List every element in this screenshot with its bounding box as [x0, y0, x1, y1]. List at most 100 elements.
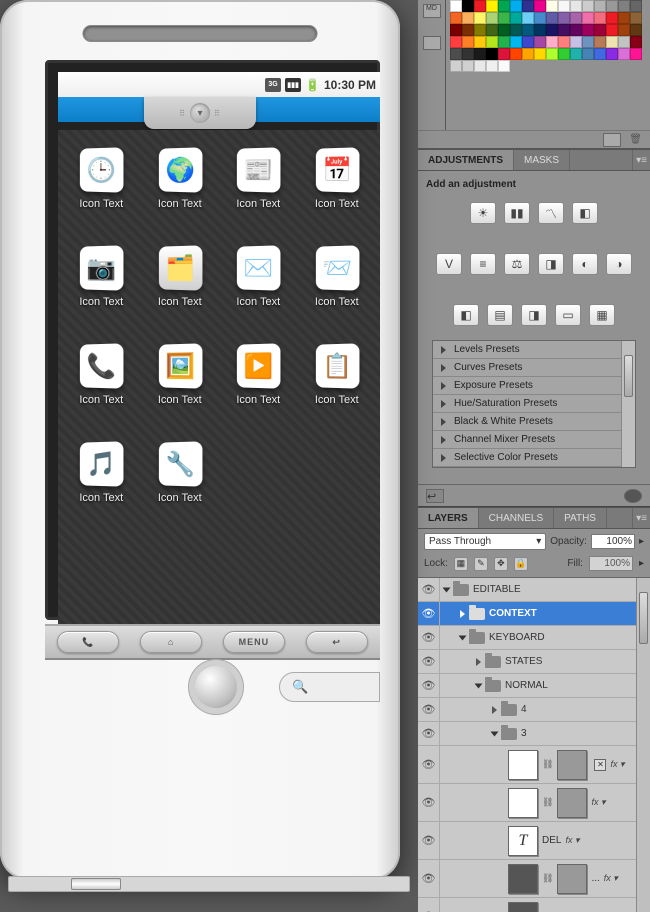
lock-transparent-icon[interactable]: ▦ — [454, 557, 468, 571]
visibility-toggle[interactable]: 👁 — [418, 898, 440, 912]
swatch[interactable] — [498, 12, 510, 24]
lock-all-icon[interactable]: 🔒 — [514, 557, 528, 571]
swatches-grid[interactable] — [446, 0, 650, 130]
swatch[interactable] — [606, 48, 618, 60]
swatch[interactable] — [606, 60, 618, 72]
document-canvas[interactable]: 3G ▮▮▮ 🔋 10:30 PM ⠿ ▾ ⠿ 🕒Icon Text🌍Icon … — [0, 0, 418, 912]
swatch[interactable] — [486, 12, 498, 24]
fill-slider-icon[interactable]: ▸ — [639, 558, 644, 569]
presets-scrollbar[interactable] — [621, 341, 635, 467]
lock-pixels-icon[interactable]: ✎ — [474, 557, 488, 571]
fill-input[interactable]: 100% — [589, 556, 633, 571]
swatch[interactable] — [450, 24, 462, 36]
swatch[interactable] — [594, 24, 606, 36]
swatch[interactable] — [546, 0, 558, 12]
layers-tree[interactable]: 👁 EDITABLE 👁 CONTEXT 👁 KEYBOARD 👁 STATES… — [418, 578, 650, 912]
swatch[interactable] — [618, 36, 630, 48]
vibrance-icon[interactable]: V — [436, 253, 462, 275]
swatch[interactable] — [558, 24, 570, 36]
brightness-contrast-icon[interactable]: ☀ — [470, 202, 496, 224]
swatch[interactable] — [450, 12, 462, 24]
swatch[interactable] — [498, 60, 510, 72]
call-button[interactable]: 📞 — [57, 631, 119, 653]
swatch[interactable] — [558, 12, 570, 24]
swatch[interactable] — [498, 24, 510, 36]
threshold-icon[interactable]: ◨ — [521, 304, 547, 326]
app-gmail[interactable]: ✉️Icon Text — [236, 246, 280, 308]
exposure-icon[interactable]: ◧ — [572, 202, 598, 224]
swatch[interactable] — [582, 0, 594, 12]
app-globe[interactable]: 🌍Icon Text — [158, 148, 202, 210]
layer-group-editable[interactable]: 👁 EDITABLE — [418, 578, 650, 602]
layer-item[interactable]: 👁 ⛓ ... fx ▾ — [418, 860, 650, 898]
blend-mode-select[interactable]: Pass Through▾ — [424, 533, 546, 550]
app-camera[interactable]: 📷Icon Text — [79, 246, 123, 308]
preset-row[interactable]: Exposure Presets — [433, 377, 635, 395]
swatch[interactable] — [498, 36, 510, 48]
preset-row[interactable]: Curves Presets — [433, 359, 635, 377]
preset-row[interactable]: Levels Presets — [433, 341, 635, 359]
lock-position-icon[interactable]: ✥ — [494, 557, 508, 571]
swatch[interactable] — [606, 0, 618, 12]
swatch[interactable] — [630, 12, 642, 24]
app-music[interactable]: 🎵Icon Text — [79, 442, 123, 504]
scrollbar-thumb[interactable] — [71, 878, 121, 890]
tab-paths[interactable]: PATHS — [554, 508, 607, 528]
gradient-map-icon[interactable]: ▭ — [555, 304, 581, 326]
color-balance-icon[interactable]: ⚖ — [504, 253, 530, 275]
visibility-toggle[interactable]: 👁 — [418, 602, 440, 625]
visibility-toggle[interactable]: 👁 — [418, 698, 440, 721]
visibility-toggle[interactable]: 👁 — [418, 578, 440, 601]
swatch[interactable] — [462, 12, 474, 24]
app-phone[interactable]: 📞Icon Text — [79, 344, 123, 406]
swatch[interactable] — [570, 60, 582, 72]
swatch[interactable] — [534, 24, 546, 36]
swatch[interactable] — [582, 12, 594, 24]
hue-sat-icon[interactable]: ≡ — [470, 253, 496, 275]
swatch[interactable] — [630, 0, 642, 12]
swatch[interactable] — [582, 36, 594, 48]
swatch[interactable] — [594, 36, 606, 48]
layer-item[interactable]: 👁 ⛓ ✕ fx ▾ — [418, 746, 650, 784]
swatch[interactable] — [474, 60, 486, 72]
layer-item[interactable]: 👁 ⛓ fx ▾ — [418, 784, 650, 822]
swatch[interactable] — [570, 24, 582, 36]
swatch[interactable] — [486, 60, 498, 72]
swatch[interactable] — [606, 24, 618, 36]
swatch[interactable] — [486, 0, 498, 12]
layers-scrollbar[interactable] — [636, 578, 650, 912]
back-button[interactable]: ↩ — [306, 631, 368, 653]
preset-row[interactable]: Hue/Saturation Presets — [433, 395, 635, 413]
tab-masks[interactable]: MASKS — [514, 150, 570, 170]
layer-item-text-del[interactable]: 👁 T DEL fx ▾ — [418, 822, 650, 860]
swatch[interactable] — [474, 12, 486, 24]
swatch[interactable] — [510, 24, 522, 36]
swatch[interactable] — [474, 48, 486, 60]
posterize-icon[interactable]: ▤ — [487, 304, 513, 326]
swatch[interactable] — [462, 48, 474, 60]
swatch[interactable] — [594, 48, 606, 60]
swatch[interactable] — [570, 12, 582, 24]
bw-icon[interactable]: ◨ — [538, 253, 564, 275]
swatch[interactable] — [510, 0, 522, 12]
canvas-h-scrollbar[interactable] — [8, 876, 410, 892]
swatch[interactable] — [534, 36, 546, 48]
swatch[interactable] — [558, 60, 570, 72]
channel-mixer-icon[interactable]: ◑ — [606, 253, 632, 275]
menu-button[interactable]: MENU — [223, 631, 285, 653]
tab-channels[interactable]: CHANNELS — [479, 508, 554, 528]
opacity-slider-icon[interactable]: ▸ — [639, 536, 644, 547]
swatch[interactable] — [594, 0, 606, 12]
app-mail[interactable]: 📨Icon Text — [315, 246, 359, 308]
layer-group-4[interactable]: 👁 4 — [418, 698, 650, 722]
app-drawer-handle[interactable]: ⠿ ▾ ⠿ — [144, 97, 256, 129]
swatch[interactable] — [510, 36, 522, 48]
app-youtube[interactable]: ▶️Icon Text — [236, 344, 280, 406]
swatch[interactable] — [534, 12, 546, 24]
swatch[interactable] — [618, 48, 630, 60]
swatch[interactable] — [474, 24, 486, 36]
app-files[interactable]: 🗂️Icon Text — [158, 246, 202, 308]
swatch[interactable] — [474, 0, 486, 12]
swatch[interactable] — [630, 48, 642, 60]
swatch[interactable] — [618, 24, 630, 36]
